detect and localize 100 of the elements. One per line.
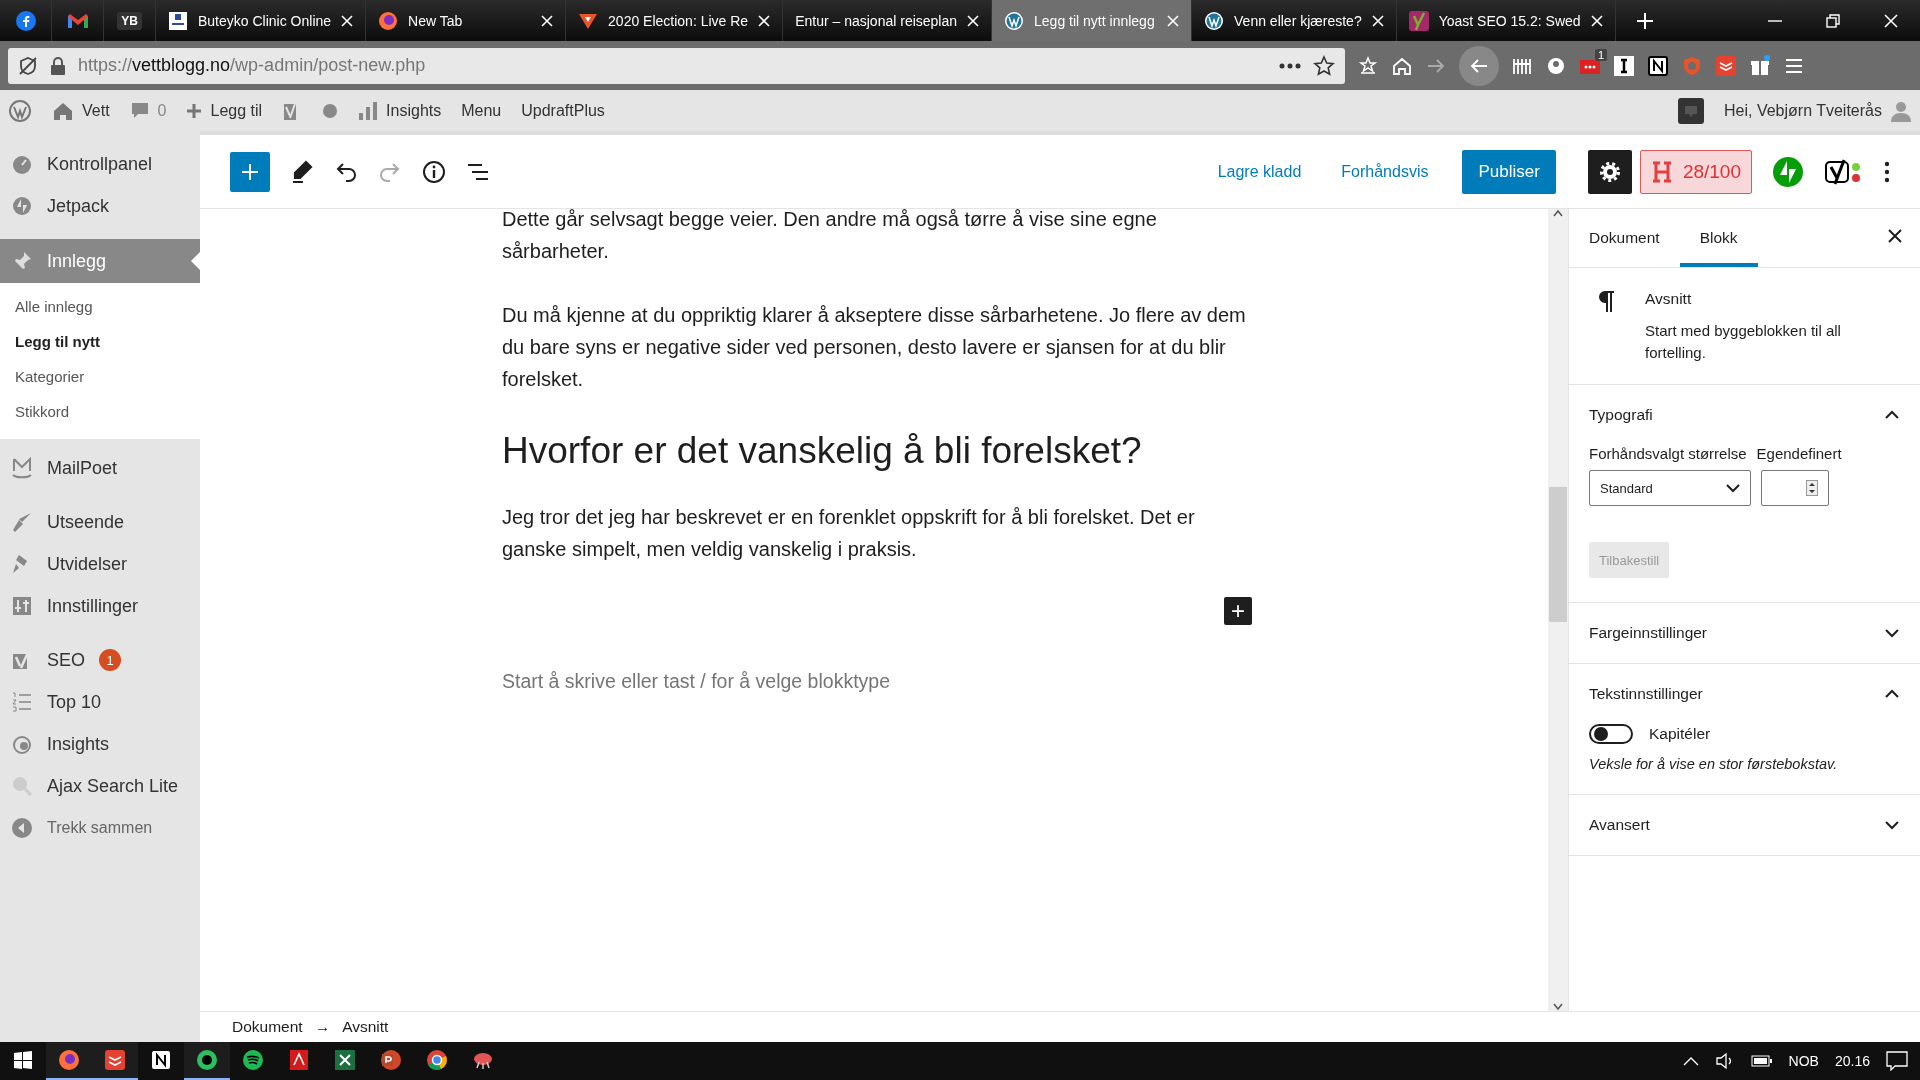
firefox-icon [57, 1048, 81, 1072]
chevron-up-icon[interactable] [1884, 689, 1900, 699]
mailpoet-icon [11, 457, 33, 479]
taskbar-app[interactable] [46, 1042, 92, 1080]
submenu-item[interactable]: Alle innlegg [0, 289, 200, 324]
panel-section-header[interactable]: Tekstinnstillinger [1589, 664, 1900, 724]
serif-i-icon[interactable] [1613, 54, 1635, 77]
panel-tab[interactable]: Blokk [1679, 209, 1758, 267]
site-logo: YB [117, 11, 142, 30]
taskbar-app[interactable] [92, 1042, 138, 1080]
sidebar-menu-item[interactable]: Kontrollpanel [0, 143, 200, 185]
panel-tab[interactable]: Dokument [1579, 209, 1680, 267]
address-bar[interactable]: https://vettblogg.no/wp-admin/post-new.php [8, 47, 1345, 84]
mail-icon [66, 12, 89, 29]
pencil-icon[interactable] [290, 159, 314, 184]
taskbar-app[interactable] [184, 1042, 230, 1080]
clock[interactable]: 20.16 [1834, 1053, 1870, 1069]
add-block-button[interactable] [230, 151, 270, 192]
sidebar-menu-item[interactable]: MailPoet [0, 447, 200, 489]
notification-badge: 1 [1594, 48, 1607, 61]
search-icon [11, 775, 33, 797]
sidebar-menu-item[interactable]: Ajax Search Lite [0, 765, 200, 807]
save-draft-button[interactable]: Lagre kladd [1207, 162, 1312, 181]
url-text: https://vettblogg.no/wp-admin/post-new.php [78, 55, 427, 76]
collapse-menu-button[interactable]: Trekk sammen [0, 807, 200, 849]
font-size-select[interactable]: Standard [1589, 470, 1751, 506]
more-options-icon[interactable] [1884, 160, 1890, 183]
add-block-button[interactable]: + [1224, 597, 1252, 626]
updraftplus-link[interactable]: UpdraftPlus [521, 101, 605, 120]
notion-icon[interactable] [1647, 54, 1669, 77]
sidebar-menu-item[interactable]: Innstillinger [0, 585, 200, 627]
more-icon[interactable] [1279, 62, 1301, 69]
account-link[interactable]: Hei, Vebjørn Tveiterås [1724, 99, 1912, 122]
language-indicator[interactable]: NOB [1788, 1053, 1819, 1069]
star-icon[interactable] [1313, 54, 1335, 77]
firefox-icon [378, 10, 399, 31]
notification-icon[interactable] [1886, 1051, 1908, 1071]
chevron-up-icon[interactable] [1884, 410, 1900, 420]
sidebar-menu-item[interactable]: Jetpack [0, 185, 200, 227]
breadcrumb-link[interactable]: Avsnitt [342, 1018, 389, 1036]
browser-tab[interactable]: Legg til nytt innlegg [992, 0, 1193, 41]
sidebar-menu-item[interactable]: Insights [0, 723, 200, 765]
block-placeholder[interactable]: Start å skrive eller tast / for å velge blokktype [502, 665, 1252, 698]
preview-button[interactable]: Forhåndsvis [1331, 162, 1439, 181]
info-icon[interactable] [422, 159, 446, 184]
plus-icon [186, 102, 203, 119]
todoist-icon[interactable] [1715, 54, 1737, 77]
settings-icon [1598, 160, 1621, 183]
help-text: Veksle for å vise en stor førstebokstav. [1589, 756, 1839, 772]
windows-icon [14, 1051, 32, 1069]
paragraph-icon [1597, 290, 1615, 312]
panel-section-header[interactable]: Avansert [1589, 795, 1900, 855]
insights-link[interactable]: Insights [358, 100, 442, 121]
submenu-item[interactable]: Legg til nytt [0, 324, 200, 359]
breadcrumb-link[interactable]: Dokument [232, 1018, 303, 1036]
panel-section-header[interactable]: Typografi [1589, 385, 1900, 445]
notification-icon[interactable] [1678, 97, 1704, 124]
collapse-icon [11, 817, 33, 839]
list-icon [11, 691, 33, 713]
close-icon[interactable] [1888, 229, 1902, 243]
chevron-down-icon[interactable] [1884, 820, 1900, 830]
toggle-switch[interactable] [1589, 724, 1633, 744]
scroll-down-icon [1553, 1003, 1563, 1011]
battery-icon[interactable] [1750, 1054, 1773, 1068]
submenu-item[interactable]: Kategorier [0, 359, 200, 394]
wordpress-icon [1204, 10, 1225, 31]
jetpack-icon[interactable] [1772, 155, 1804, 188]
gift-icon[interactable] [1749, 54, 1771, 77]
notification-badge: 1 [99, 649, 121, 671]
chevron-down-icon[interactable] [1884, 628, 1900, 638]
tab-title: Venn eller kjæreste? [1234, 12, 1362, 29]
menu-link[interactable]: Menu [461, 101, 502, 120]
sidebar-menu-item[interactable]: Innlegg [0, 239, 200, 283]
sidebar-menu-item[interactable]: Utvidelser [0, 543, 200, 585]
evernote-icon [195, 1048, 219, 1072]
close-icon [1884, 13, 1898, 28]
panel-section-header[interactable]: Fargeinnstillinger [1589, 603, 1900, 663]
library-icon[interactable] [1357, 54, 1379, 77]
yoast-icon [1408, 10, 1429, 31]
settings-button[interactable] [1587, 149, 1632, 194]
new-content-link[interactable]: Legg til [186, 101, 263, 120]
wordpress-icon[interactable] [8, 98, 32, 123]
site-link[interactable]: Vett [52, 100, 110, 121]
wordpress-icon [1004, 10, 1025, 31]
tab-title: Buteyko Clinic Online [198, 12, 332, 29]
block-name: Avsnitt [1645, 290, 1693, 308]
scrollbar-thumb[interactable] [1549, 487, 1567, 622]
scrollbar[interactable] [1548, 209, 1568, 1011]
back-button[interactable] [1459, 45, 1499, 86]
paragraph-text: Jeg tror det jeg har beskrevet er en forenklet oppskrift for å bli forelsket. Det er ganske simpelt, men veldig vanskelig i praksis. [502, 505, 1196, 563]
dashboard-icon [11, 153, 33, 175]
tab-title: Legg til nytt innlegg [1034, 12, 1156, 29]
tab-title: Entur – nasjonal reiseplan [795, 12, 958, 29]
sidebar-menu-item[interactable]: SEO 1 [0, 639, 200, 681]
custom-size-input[interactable] [1761, 470, 1829, 506]
sidebar-menu-item[interactable]: Utseende [0, 501, 200, 543]
submenu-item[interactable]: Stikkord [0, 394, 200, 429]
sidebar-menu-item[interactable]: Top 10 [0, 681, 200, 723]
h-logo-icon [1650, 160, 1673, 183]
publish-button[interactable]: Publiser [1462, 149, 1556, 194]
